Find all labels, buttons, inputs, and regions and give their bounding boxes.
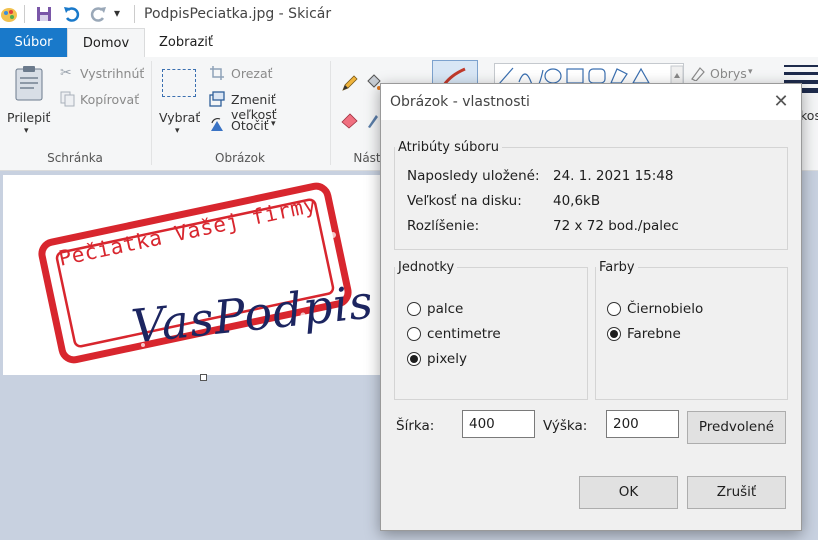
clipboard-icon xyxy=(14,65,44,101)
eraser-icon[interactable] xyxy=(340,109,360,129)
redo-icon[interactable] xyxy=(88,4,108,24)
canvas-resize-handle[interactable] xyxy=(200,374,207,381)
drawing-canvas[interactable]: Pečiatka Vašej firmy VasPodpis xyxy=(3,175,403,375)
rotate-dropdown-icon[interactable]: ▾ xyxy=(271,119,276,129)
rotate-icon xyxy=(209,117,225,133)
width-input[interactable]: 400 xyxy=(462,410,535,438)
select-label: Vybrať xyxy=(159,110,201,125)
image-group-label: Obrázok xyxy=(215,151,265,165)
select-button[interactable]: Vybrať ▾ xyxy=(156,63,204,143)
radio-button[interactable] xyxy=(607,302,621,316)
size-label: kos xyxy=(800,108,818,123)
resolution-value: 72 x 72 bod./palec xyxy=(553,218,679,234)
tab-home[interactable]: Domov xyxy=(67,28,145,58)
last-saved-value: 24. 1. 2021 15:48 xyxy=(553,168,674,184)
outline-dropdown[interactable]: Obrys ▾ xyxy=(690,65,770,83)
units-legend: Jednotky xyxy=(398,260,455,275)
save-icon[interactable] xyxy=(36,6,52,22)
resolution-label: Rozlíšenie: xyxy=(407,218,480,234)
colors-legend: Farby xyxy=(599,260,635,275)
outline-icon xyxy=(690,65,706,82)
crop-label: Orezať xyxy=(231,66,273,81)
paste-dropdown-icon[interactable]: ▾ xyxy=(24,126,29,136)
pencil-icon[interactable] xyxy=(340,73,360,93)
height-input[interactable]: 200 xyxy=(606,410,679,438)
tab-file[interactable]: Súbor xyxy=(0,28,67,57)
ribbon-tabs: Súbor Domov Zobraziť xyxy=(0,28,818,58)
scissors-icon: ✂ xyxy=(60,65,72,81)
paste-label: Prilepiť xyxy=(7,110,51,125)
tab-view[interactable]: Zobraziť xyxy=(148,28,224,57)
outline-dropdown-icon: ▾ xyxy=(748,67,753,77)
image-properties-dialog: Obrázok - vlastnosti ✕ Atribúty súboru N… xyxy=(380,83,802,531)
cut-label: Vystrihnúť xyxy=(80,66,145,81)
size-on-disk-label: Veľkosť na disku: xyxy=(407,193,522,209)
file-attributes-legend: Atribúty súboru xyxy=(398,140,499,155)
rotate-button[interactable]: Otočiť ▾ xyxy=(209,117,299,135)
cut-button[interactable]: ✂ Vystrihnúť xyxy=(60,65,145,83)
colors-option-black-white[interactable]: Čiernobielo xyxy=(607,300,757,318)
clipboard-group-label: Schránka xyxy=(47,151,103,165)
crop-button[interactable]: Orezať xyxy=(209,65,319,83)
radio-button[interactable] xyxy=(407,327,421,341)
height-label: Výška: xyxy=(543,418,588,434)
colors-option-color[interactable]: Farebne xyxy=(607,325,757,343)
copy-icon xyxy=(60,91,76,107)
select-icon xyxy=(162,69,196,97)
units-inches-label: palce xyxy=(427,301,464,317)
window-title: PodpisPeciatka.jpg - Skicár xyxy=(144,6,332,22)
size-on-disk-value: 40,6kB xyxy=(553,193,601,209)
radio-button[interactable] xyxy=(407,302,421,316)
colors-black-white-label: Čiernobielo xyxy=(627,301,704,317)
radio-button-selected[interactable] xyxy=(607,327,621,341)
last-saved-label: Naposledy uložené: xyxy=(407,168,540,184)
default-button[interactable]: Predvolené xyxy=(687,411,786,444)
paint-app-icon[interactable] xyxy=(0,4,18,24)
close-icon[interactable]: ✕ xyxy=(771,92,791,112)
units-centimeters-label: centimetre xyxy=(427,326,501,342)
dialog-title-bar: Obrázok - vlastnosti ✕ xyxy=(381,84,801,120)
outline-label: Obrys xyxy=(710,66,747,81)
resize-icon xyxy=(209,91,225,107)
undo-icon[interactable] xyxy=(62,4,82,24)
title-bar: ▾ PodpisPeciatka.jpg - Skicár xyxy=(0,0,818,28)
units-pixels-label: pixely xyxy=(427,351,467,367)
colors-color-label: Farebne xyxy=(627,326,681,342)
units-option-centimeters[interactable]: centimetre xyxy=(407,325,557,343)
select-dropdown-icon[interactable]: ▾ xyxy=(175,126,180,136)
ok-button[interactable]: OK xyxy=(579,476,678,509)
resize-button[interactable]: Zmeniť veľkosť xyxy=(209,91,324,122)
width-label: Šírka: xyxy=(396,418,435,434)
radio-button-selected[interactable] xyxy=(407,352,421,366)
copy-label: Kopírovať xyxy=(80,92,140,107)
color-picker-icon[interactable] xyxy=(366,109,380,129)
tools-group-label: Nást xyxy=(353,151,381,165)
units-option-pixels[interactable]: pixely xyxy=(407,350,557,368)
crop-icon xyxy=(209,65,225,81)
customize-qat-dropdown[interactable]: ▾ xyxy=(114,6,120,20)
dialog-title: Obrázok - vlastnosti xyxy=(390,94,530,110)
paste-button[interactable]: Prilepiť ▾ xyxy=(4,63,52,143)
cancel-button[interactable]: Zrušiť xyxy=(687,476,786,509)
units-option-inches[interactable]: palce xyxy=(407,300,557,318)
copy-button[interactable]: Kopírovať xyxy=(60,91,145,109)
rotate-label: Otočiť xyxy=(231,118,269,133)
